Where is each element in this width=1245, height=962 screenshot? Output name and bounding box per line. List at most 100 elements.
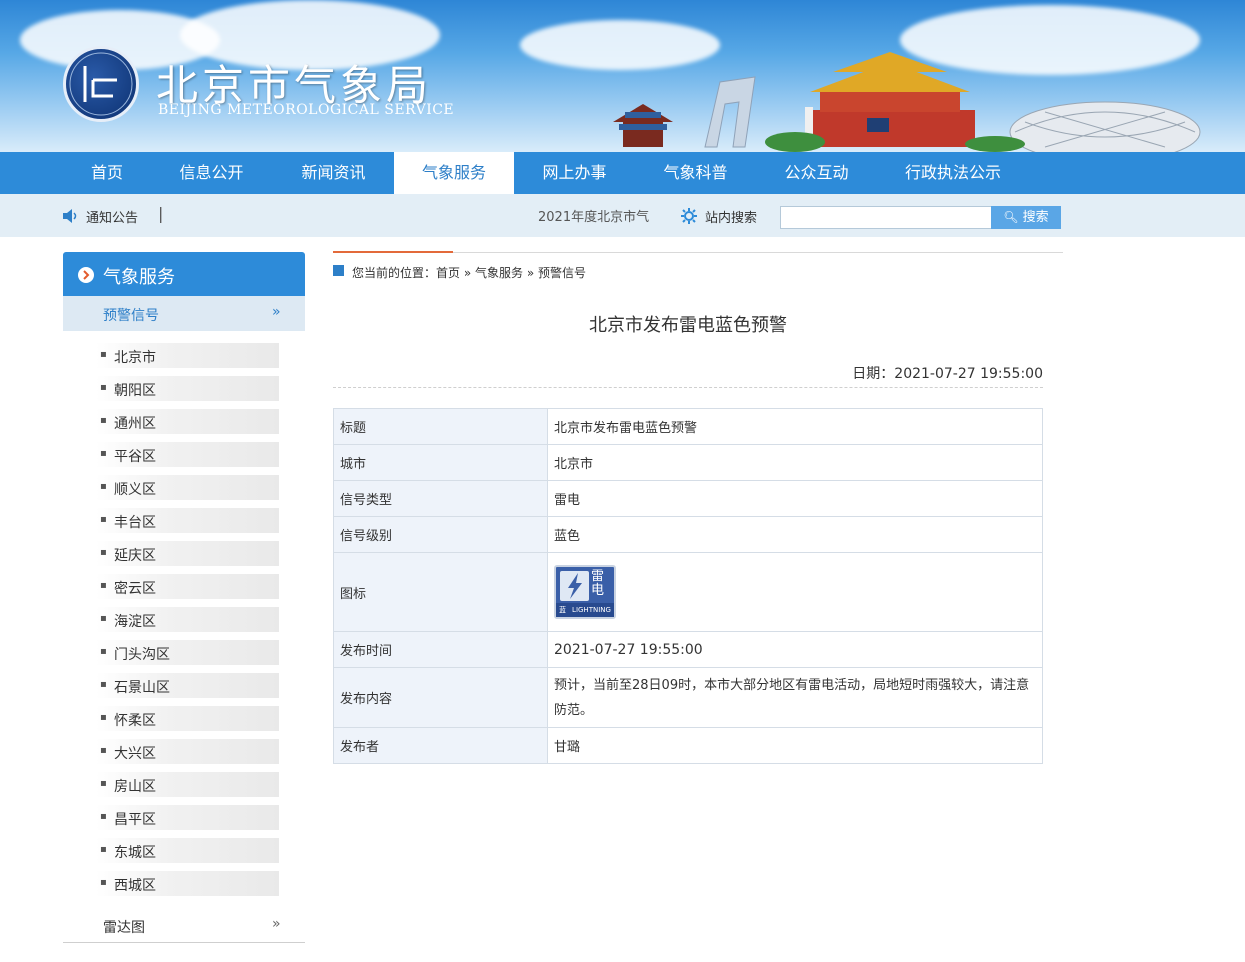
district-item[interactable]: ▪ 西城区 [96, 871, 279, 896]
district-label[interactable]: 延庆区 [114, 545, 156, 565]
breadcrumb-home[interactable]: 首页 [436, 266, 460, 280]
table-row: 图标 雷电 蓝 LIGHTNING [333, 552, 1043, 632]
sidebar-item-warning-signals[interactable] [63, 296, 305, 331]
table-value: 2021-07-27 19:55:00 [547, 631, 1043, 668]
district-label[interactable]: 顺义区 [114, 479, 156, 499]
search-icon: 🔍︎ [1003, 210, 1019, 224]
gear-icon [681, 208, 697, 224]
table-value: 蓝色 [547, 516, 1043, 553]
location-icon [333, 265, 344, 276]
table-key: 标题 [333, 408, 548, 445]
icon-bottom-bar: 蓝 LIGHTNING [556, 603, 614, 617]
bullet-icon: ▪ [100, 679, 107, 690]
table-value: 雷电 蓝 LIGHTNING [547, 552, 1043, 632]
divider [333, 387, 1043, 388]
bullet-icon: ▪ [100, 382, 107, 393]
table-value: 北京市发布雷电蓝色预警 [547, 408, 1043, 445]
district-item[interactable]: ▪ 朝阳区 [96, 376, 279, 401]
nav-news[interactable]: 新闻资讯 [287, 152, 380, 194]
district-label[interactable]: 密云区 [114, 578, 156, 598]
search-input[interactable] [780, 206, 992, 229]
icon-text: 雷电 [591, 569, 605, 598]
district-item[interactable]: ▪ 海淀区 [96, 607, 279, 632]
bullet-icon: ▪ [100, 811, 107, 822]
district-item[interactable]: ▪ 大兴区 [96, 739, 279, 764]
district-item[interactable]: ▪ 通州区 [96, 409, 279, 434]
breadcrumb-sep: » [463, 266, 472, 280]
district-label[interactable]: 北京市 [114, 347, 156, 367]
district-label[interactable]: 西城区 [114, 875, 156, 895]
lightning-bolt-icon [560, 571, 589, 601]
district-label[interactable]: 东城区 [114, 842, 156, 862]
breadcrumb-warning-signals[interactable]: 预警信号 [538, 266, 586, 280]
district-item[interactable]: ▪ 延庆区 [96, 541, 279, 566]
district-item[interactable]: ▪ 房山区 [96, 772, 279, 797]
logo-emblem[interactable] [63, 46, 139, 122]
nav-online-service[interactable]: 网上办事 [528, 152, 621, 194]
bullet-icon: ▪ [100, 481, 107, 492]
district-label[interactable]: 大兴区 [114, 743, 156, 763]
district-item[interactable]: ▪ 昌平区 [96, 805, 279, 830]
breadcrumb-weather-service[interactable]: 气象服务 [475, 266, 523, 280]
bullet-icon: ▪ [100, 514, 107, 525]
chevron-double-right-icon: » [272, 304, 281, 320]
table-key: 信号级别 [333, 516, 548, 553]
sidebar-header [63, 252, 305, 296]
district-item[interactable]: ▪ 丰台区 [96, 508, 279, 533]
notice-label[interactable]: 通知公告 [86, 207, 138, 226]
search-label: 站内搜索 [705, 211, 758, 226]
table-row: 标题 北京市发布雷电蓝色预警 [333, 408, 1043, 445]
district-item[interactable]: ▪ 东城区 [96, 838, 279, 863]
district-label[interactable]: 房山区 [114, 776, 156, 796]
district-label[interactable]: 门头沟区 [114, 644, 170, 664]
nav-law-enforcement[interactable]: 行政执法公示 [893, 152, 1013, 194]
bullet-icon: ▪ [100, 712, 107, 723]
bullet-icon: ▪ [100, 415, 107, 426]
district-item[interactable]: ▪ 石景山区 [96, 673, 279, 698]
breadcrumb: 您当前的位置：首页 » 气象服务 » 预警信号 [352, 264, 586, 281]
table-row: 信号级别 蓝色 [333, 516, 1043, 553]
district-label[interactable]: 朝阳区 [114, 380, 156, 400]
district-item[interactable]: ▪ 怀柔区 [96, 706, 279, 731]
site-subtitle: BEIJING METEOROLOGICAL SERVICE [158, 102, 455, 118]
nav-home[interactable]: 首页 [73, 152, 141, 194]
landmarks-illustration [613, 52, 1201, 152]
district-label[interactable]: 怀柔区 [114, 710, 156, 730]
district-item[interactable]: ▪ 平谷区 [96, 442, 279, 467]
table-value: 甘璐 [547, 727, 1043, 764]
main-nav: 首页 信息公开 新闻资讯 气象服务 网上办事 气象科普 公众互动 行政执法公示 [0, 152, 1245, 194]
district-label[interactable]: 石景山区 [114, 677, 170, 697]
district-label[interactable]: 昌平区 [114, 809, 156, 829]
table-row: 城市 北京市 [333, 444, 1043, 481]
table-value: 预计，当前至28日09时，本市大部分地区有雷电活动，局地短时雨强较大，请注意防范… [547, 667, 1043, 728]
publish-date: 日期：2021-07-27 19:55:00 [852, 366, 1043, 382]
notice-marquee[interactable]: 2021年度北京市气 [538, 206, 650, 225]
district-label[interactable]: 海淀区 [114, 611, 156, 631]
search-button[interactable]: 🔍︎ 搜索 [991, 206, 1061, 229]
table-row: 发布者 甘璐 [333, 727, 1043, 764]
table-value: 雷电 [547, 480, 1043, 517]
sidebar-item-warning-signals-label[interactable]: 预警信号 [103, 305, 159, 325]
district-item[interactable]: ▪ 密云区 [96, 574, 279, 599]
district-item[interactable]: ▪ 顺义区 [96, 475, 279, 500]
nav-interaction[interactable]: 公众互动 [770, 152, 863, 194]
breadcrumb-prefix: 您当前的位置： [352, 266, 437, 280]
warning-info-table: 标题 北京市发布雷电蓝色预警 城市 北京市 信号类型 雷电 信号级别 蓝色 图标… [333, 408, 1043, 764]
table-key: 发布时间 [333, 631, 548, 668]
nav-weather-service[interactable]: 气象服务 [394, 152, 514, 194]
table-key: 发布内容 [333, 667, 548, 728]
sidebar-item-radar[interactable]: 雷达图 [103, 917, 145, 937]
nav-science[interactable]: 气象科普 [649, 152, 742, 194]
notice-separator: | [158, 204, 164, 223]
district-item[interactable]: ▪ 门头沟区 [96, 640, 279, 665]
district-label[interactable]: 通州区 [114, 413, 156, 433]
district-label[interactable]: 丰台区 [114, 512, 156, 532]
table-key: 城市 [333, 444, 548, 481]
speaker-icon [63, 209, 77, 223]
bullet-icon: ▪ [100, 580, 107, 591]
district-label[interactable]: 平谷区 [114, 446, 156, 466]
search-button-label: 搜索 [1022, 210, 1049, 225]
district-item[interactable]: ▪ 北京市 [96, 343, 279, 368]
nav-info-disclosure[interactable]: 信息公开 [165, 152, 258, 194]
table-row: 发布内容 预计，当前至28日09时，本市大部分地区有雷电活动，局地短时雨强较大，… [333, 667, 1043, 728]
